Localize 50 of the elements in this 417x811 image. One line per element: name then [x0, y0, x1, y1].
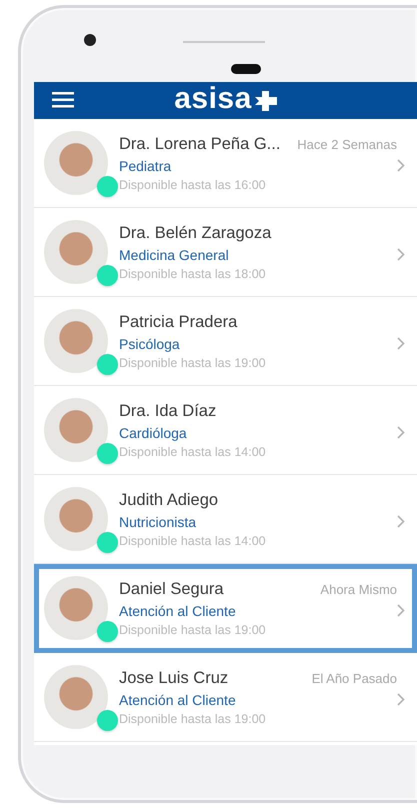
- chevron-right-icon: [397, 159, 405, 172]
- status-dot: [97, 532, 118, 553]
- specialty-label: Atención al Cliente: [119, 602, 236, 618]
- camera-icon: [84, 34, 96, 46]
- specialty-label: Atención al Cliente: [119, 692, 236, 708]
- chevron-right-icon: [397, 515, 405, 528]
- last-seen-time: El Año Pasado: [312, 670, 397, 686]
- contact-name: Judith Adiego: [119, 490, 218, 510]
- specialty-label: Medicina General: [119, 246, 229, 262]
- logo-text: asisa: [174, 84, 252, 114]
- chevron-right-icon: [397, 337, 405, 350]
- contact-name: Dra. Ida Díaz: [119, 402, 216, 420]
- availability-text: Disponible hasta las 19:00: [119, 356, 266, 370]
- contact-row[interactable]: Dra. Belén Zaragoza Medicina General Disponible hasta las 18:00: [34, 208, 417, 297]
- last-seen-time: Hace 2 Semanas: [297, 136, 397, 152]
- status-dot: [97, 265, 118, 286]
- contact-row[interactable]: Jose Luis Cruz El Año Pasado Atención al Cliente Disponible hasta las 19:00: [34, 653, 417, 742]
- chevron-right-icon: [397, 693, 405, 706]
- contact-row[interactable]: Dra. Lorena Peña G... Hace 2 Semanas Pediatra Disponible hasta las 16:00: [34, 119, 417, 208]
- specialty-label: Cardióloga: [119, 424, 187, 440]
- contact-name: Dra. Belén Zaragoza: [119, 224, 272, 242]
- availability-text: Disponible hasta las 19:00: [119, 622, 266, 636]
- availability-text: Disponible hasta las 16:00: [119, 178, 266, 192]
- contact-row[interactable]: Dra. Ida Díaz Cardióloga Disponible hasta las 14:00: [34, 386, 417, 475]
- status-dot: [97, 621, 118, 642]
- contact-row[interactable]: Daniel Segura Ahora Mismo Atención al Cliente Disponible hasta las 19:00: [34, 564, 417, 653]
- plus-icon: [254, 90, 277, 110]
- specialty-label: Psicóloga: [119, 336, 180, 352]
- chevron-right-icon: [397, 604, 405, 617]
- chevron-right-icon: [397, 248, 405, 261]
- last-seen-time: Ahora Mismo: [320, 582, 397, 596]
- contact-name: Daniel Segura: [119, 580, 224, 598]
- status-dot: [97, 176, 118, 197]
- contact-name: Patricia Pradera: [119, 312, 238, 332]
- availability-text: Disponible hasta las 14:00: [119, 444, 266, 458]
- availability-text: Disponible hasta las 18:00: [119, 266, 266, 280]
- specialty-label: Pediatra: [119, 158, 172, 174]
- status-dot: [97, 354, 118, 375]
- contact-name: Dra. Lorena Peña G...: [119, 134, 280, 154]
- status-dot: [97, 710, 118, 731]
- chevron-right-icon: [397, 426, 405, 439]
- specialty-label: Nutricionista: [119, 514, 196, 530]
- earpiece-icon: [231, 64, 261, 74]
- availability-text: Disponible hasta las 14:00: [119, 534, 266, 548]
- status-dot: [97, 443, 118, 464]
- menu-icon[interactable]: [52, 92, 74, 108]
- availability-text: Disponible hasta las 19:00: [119, 712, 266, 726]
- contact-row[interactable]: Judith Adiego Nutricionista Disponible hasta las 14:00: [34, 475, 417, 564]
- contact-name: Jose Luis Cruz: [119, 668, 228, 688]
- contact-row[interactable]: Patricia Pradera Psicóloga Disponible hasta las 19:00: [34, 297, 417, 386]
